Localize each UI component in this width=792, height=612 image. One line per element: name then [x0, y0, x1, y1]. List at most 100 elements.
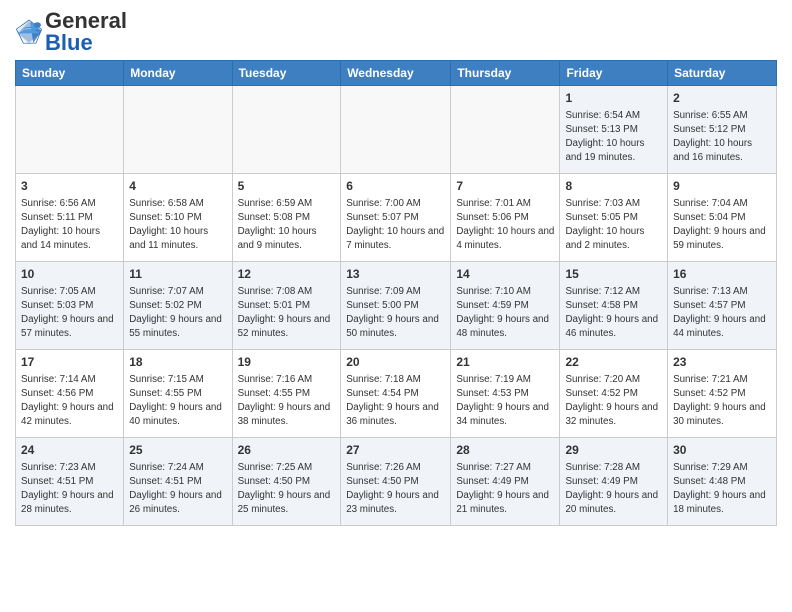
calendar-table: SundayMondayTuesdayWednesdayThursdayFrid…	[15, 60, 777, 526]
day-cell: 21 Sunrise: 7:19 AM Sunset: 4:53 PM Dayli…	[451, 350, 560, 438]
day-info: Sunrise: 7:07 AM Sunset: 5:02 PM Dayligh…	[129, 285, 226, 342]
day-cell: 16Sunrise: 7:13 AM Sunset: 4:57 PM Dayli…	[668, 262, 777, 350]
day-cell: 3 Sunrise: 6:56 AM Sunset: 5:11 PM Daylig…	[16, 174, 124, 262]
day-info: Sunrise: 7:29 AM Sunset: 4:48 PM Dayligh…	[673, 461, 771, 518]
day-number: 7	[456, 178, 554, 195]
day-info: Sunrise: 7:25 AM Sunset: 4:50 PM Dayligh…	[238, 461, 336, 518]
day-header-sunday: Sunday	[16, 61, 124, 86]
day-cell: 19 Sunrise: 7:16 AM Sunset: 4:55 PM Dayli…	[232, 350, 341, 438]
day-info: Sunrise: 6:56 AM Sunset: 5:11 PM Dayligh…	[21, 197, 118, 254]
day-header-wednesday: Wednesday	[341, 61, 451, 86]
day-number: 8	[565, 178, 662, 195]
day-cell	[232, 86, 341, 174]
day-cell: 1 Sunrise: 6:54 AM Sunset: 5:13 PM Daylig…	[560, 86, 668, 174]
header: General Blue	[15, 10, 777, 54]
day-number: 23	[673, 354, 771, 371]
day-cell: 9Sunrise: 7:04 AM Sunset: 5:04 PM Daylig…	[668, 174, 777, 262]
day-cell: 28Sunrise: 7:27 AM Sunset: 4:49 PM Dayli…	[451, 438, 560, 526]
day-cell: 5Sunrise: 6:59 AM Sunset: 5:08 PM Daylig…	[232, 174, 341, 262]
day-header-tuesday: Tuesday	[232, 61, 341, 86]
day-cell: 27Sunrise: 7:26 AM Sunset: 4:50 PM Dayli…	[341, 438, 451, 526]
day-cell	[341, 86, 451, 174]
day-cell: 22 Sunrise: 7:20 AM Sunset: 4:52 PM Dayli…	[560, 350, 668, 438]
day-number: 17	[21, 354, 118, 371]
page-container: General Blue SundayMondayTuesdayWednesda…	[0, 0, 792, 531]
day-number: 3	[21, 178, 118, 195]
day-cell: 15 Sunrise: 7:12 AM Sunset: 4:58 PM Dayli…	[560, 262, 668, 350]
day-cell: 25 Sunrise: 7:24 AM Sunset: 4:51 PM Dayli…	[124, 438, 232, 526]
logo-icon	[15, 18, 43, 46]
day-cell	[124, 86, 232, 174]
day-number: 6	[346, 178, 445, 195]
day-number: 18	[129, 354, 226, 371]
day-number: 26	[238, 442, 336, 459]
day-number: 5	[238, 178, 336, 195]
week-row-3: 10 Sunrise: 7:05 AM Sunset: 5:03 PM Dayli…	[16, 262, 777, 350]
day-info: Sunrise: 7:08 AM Sunset: 5:01 PM Dayligh…	[238, 285, 336, 342]
day-header-friday: Friday	[560, 61, 668, 86]
day-cell: 8 Sunrise: 7:03 AM Sunset: 5:05 PM Daylig…	[560, 174, 668, 262]
day-number: 13	[346, 266, 445, 283]
day-cell: 17 Sunrise: 7:14 AM Sunset: 4:56 PM Dayli…	[16, 350, 124, 438]
day-number: 14	[456, 266, 554, 283]
day-number: 22	[565, 354, 662, 371]
day-number: 15	[565, 266, 662, 283]
logo-text: General Blue	[45, 10, 127, 54]
day-number: 10	[21, 266, 118, 283]
day-cell: 10 Sunrise: 7:05 AM Sunset: 5:03 PM Dayli…	[16, 262, 124, 350]
day-info: Sunrise: 7:16 AM Sunset: 4:55 PM Dayligh…	[238, 373, 336, 430]
day-cell	[16, 86, 124, 174]
day-cell	[451, 86, 560, 174]
day-info: Sunrise: 7:19 AM Sunset: 4:53 PM Dayligh…	[456, 373, 554, 430]
day-info: Sunrise: 7:20 AM Sunset: 4:52 PM Dayligh…	[565, 373, 662, 430]
day-number: 12	[238, 266, 336, 283]
day-number: 30	[673, 442, 771, 459]
day-cell: 2Sunrise: 6:55 AM Sunset: 5:12 PM Daylig…	[668, 86, 777, 174]
week-row-5: 24 Sunrise: 7:23 AM Sunset: 4:51 PM Dayli…	[16, 438, 777, 526]
day-cell: 29Sunrise: 7:28 AM Sunset: 4:49 PM Dayli…	[560, 438, 668, 526]
day-info: Sunrise: 6:54 AM Sunset: 5:13 PM Dayligh…	[565, 109, 662, 166]
day-cell: 12 Sunrise: 7:08 AM Sunset: 5:01 PM Dayli…	[232, 262, 341, 350]
day-info: Sunrise: 6:58 AM Sunset: 5:10 PM Dayligh…	[129, 197, 226, 254]
day-number: 4	[129, 178, 226, 195]
calendar-body: 1 Sunrise: 6:54 AM Sunset: 5:13 PM Daylig…	[16, 86, 777, 526]
week-row-4: 17 Sunrise: 7:14 AM Sunset: 4:56 PM Dayli…	[16, 350, 777, 438]
day-info: Sunrise: 7:24 AM Sunset: 4:51 PM Dayligh…	[129, 461, 226, 518]
day-cell: 6 Sunrise: 7:00 AM Sunset: 5:07 PM Daylig…	[341, 174, 451, 262]
day-cell: 26 Sunrise: 7:25 AM Sunset: 4:50 PM Dayli…	[232, 438, 341, 526]
day-info: Sunrise: 7:00 AM Sunset: 5:07 PM Dayligh…	[346, 197, 445, 254]
day-number: 21	[456, 354, 554, 371]
day-info: Sunrise: 7:12 AM Sunset: 4:58 PM Dayligh…	[565, 285, 662, 342]
day-info: Sunrise: 7:04 AM Sunset: 5:04 PM Dayligh…	[673, 197, 771, 254]
day-info: Sunrise: 7:01 AM Sunset: 5:06 PM Dayligh…	[456, 197, 554, 254]
logo-wordmark: General Blue	[45, 10, 127, 54]
day-number: 24	[21, 442, 118, 459]
day-number: 16	[673, 266, 771, 283]
day-cell: 14 Sunrise: 7:10 AM Sunset: 4:59 PM Dayli…	[451, 262, 560, 350]
day-info: Sunrise: 7:05 AM Sunset: 5:03 PM Dayligh…	[21, 285, 118, 342]
day-number: 25	[129, 442, 226, 459]
day-info: Sunrise: 7:10 AM Sunset: 4:59 PM Dayligh…	[456, 285, 554, 342]
header-row: SundayMondayTuesdayWednesdayThursdayFrid…	[16, 61, 777, 86]
day-cell: 30 Sunrise: 7:29 AM Sunset: 4:48 PM Dayli…	[668, 438, 777, 526]
day-number: 19	[238, 354, 336, 371]
calendar-header: SundayMondayTuesdayWednesdayThursdayFrid…	[16, 61, 777, 86]
day-cell: 23Sunrise: 7:21 AM Sunset: 4:52 PM Dayli…	[668, 350, 777, 438]
day-info: Sunrise: 7:26 AM Sunset: 4:50 PM Dayligh…	[346, 461, 445, 518]
day-info: Sunrise: 7:15 AM Sunset: 4:55 PM Dayligh…	[129, 373, 226, 430]
day-number: 20	[346, 354, 445, 371]
day-cell: 18 Sunrise: 7:15 AM Sunset: 4:55 PM Dayli…	[124, 350, 232, 438]
day-cell: 4 Sunrise: 6:58 AM Sunset: 5:10 PM Daylig…	[124, 174, 232, 262]
day-cell: 13Sunrise: 7:09 AM Sunset: 5:00 PM Dayli…	[341, 262, 451, 350]
day-number: 1	[565, 90, 662, 107]
day-header-saturday: Saturday	[668, 61, 777, 86]
day-info: Sunrise: 7:23 AM Sunset: 4:51 PM Dayligh…	[21, 461, 118, 518]
day-cell: 7 Sunrise: 7:01 AM Sunset: 5:06 PM Daylig…	[451, 174, 560, 262]
day-number: 29	[565, 442, 662, 459]
week-row-1: 1 Sunrise: 6:54 AM Sunset: 5:13 PM Daylig…	[16, 86, 777, 174]
day-info: Sunrise: 7:14 AM Sunset: 4:56 PM Dayligh…	[21, 373, 118, 430]
day-info: Sunrise: 7:03 AM Sunset: 5:05 PM Dayligh…	[565, 197, 662, 254]
logo-blue: Blue	[45, 30, 93, 55]
day-cell: 20Sunrise: 7:18 AM Sunset: 4:54 PM Dayli…	[341, 350, 451, 438]
day-info: Sunrise: 6:55 AM Sunset: 5:12 PM Dayligh…	[673, 109, 771, 166]
